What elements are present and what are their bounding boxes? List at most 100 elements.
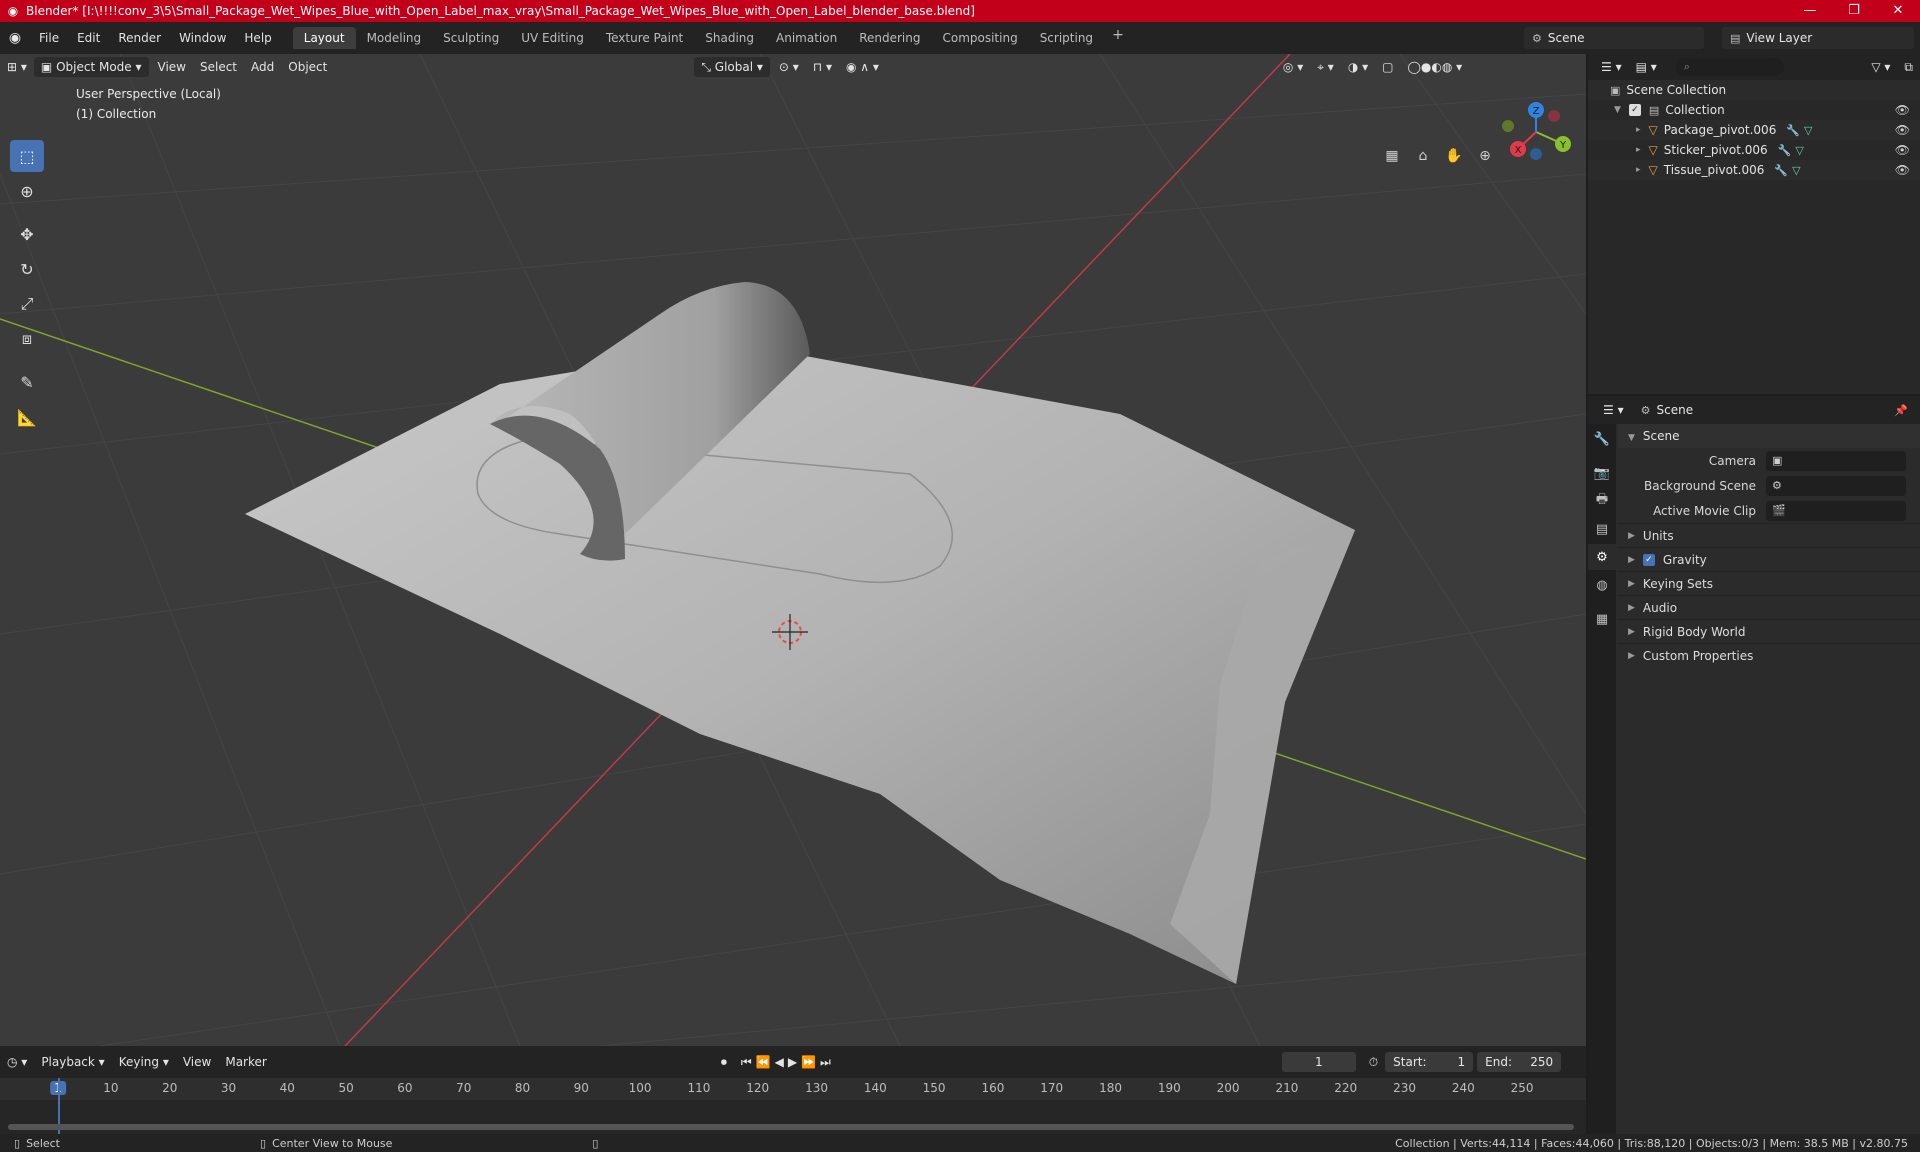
scene-selector[interactable]: ⚙ Scene: [1524, 27, 1704, 49]
scene-panel-header[interactable]: ▼ Scene: [1618, 424, 1920, 448]
maximize-button[interactable]: ❐: [1832, 0, 1876, 22]
mesh-data-icon[interactable]: ▽: [1795, 144, 1803, 157]
timeline-editor-icon[interactable]: ◷ ▾: [0, 1052, 34, 1072]
gravity-panel[interactable]: ▶ ✓ Gravity: [1618, 547, 1920, 571]
start-frame-field[interactable]: Start: 1: [1385, 1052, 1474, 1072]
custom-properties-panel[interactable]: ▶ Custom Properties: [1618, 643, 1920, 667]
outliner-search-input[interactable]: ⌕: [1675, 58, 1784, 76]
rigid-body-world-panel[interactable]: ▶ Rigid Body World: [1618, 619, 1920, 643]
camera-view-icon[interactable]: ⌂: [1409, 142, 1437, 170]
menu-timeline-view[interactable]: View: [176, 1052, 218, 1072]
pan-hand-icon[interactable]: ✋: [1440, 142, 1468, 170]
keying-sets-panel[interactable]: ▶ Keying Sets: [1618, 571, 1920, 595]
view-layer-tab-icon[interactable]: ▤: [1588, 516, 1616, 542]
expand-collection-icon[interactable]: ▼: [1614, 105, 1621, 115]
view-layer-selector[interactable]: ▤ View Layer: [1722, 27, 1914, 49]
render-tab-icon[interactable]: 📷: [1588, 460, 1616, 486]
scene-collection-row[interactable]: ▣ Scene Collection: [1588, 80, 1920, 100]
properties-editor-icon[interactable]: ☰ ▾: [1596, 400, 1631, 420]
tab-animation[interactable]: Animation: [765, 27, 848, 49]
overlay-toggle-icon[interactable]: ◑ ▾: [1341, 57, 1375, 77]
tab-modeling[interactable]: Modeling: [356, 27, 433, 49]
proportional-edit-icon[interactable]: ◉ ∧ ▾: [839, 57, 886, 77]
record-icon[interactable]: ⏺: [714, 1052, 734, 1072]
camera-field[interactable]: ▣: [1766, 450, 1906, 471]
current-frame-field[interactable]: 1: [1281, 1052, 1356, 1072]
annotate-tool-icon[interactable]: ✎: [10, 366, 44, 398]
menu-file[interactable]: File: [30, 27, 68, 49]
tab-layout[interactable]: Layout: [292, 27, 356, 49]
tool-tab-icon[interactable]: 🔧: [1588, 426, 1616, 452]
editor-type-icon[interactable]: ⊞ ▾: [0, 57, 34, 77]
3d-viewport[interactable]: Y X Z ⊞ ▾ ▣ Object Mode ▾ View Select Ad…: [0, 54, 1586, 1046]
outliner-editor-icon[interactable]: ☰ ▾: [1594, 57, 1629, 77]
outliner-object-row[interactable]: ▸ ▽ Tissue_pivot.006 🔧 ▽ 👁: [1588, 160, 1920, 180]
timeline-track[interactable]: [0, 1078, 1586, 1134]
collection-row[interactable]: ▼ ✓ ▤ Collection 👁: [1588, 100, 1920, 120]
tab-rendering[interactable]: Rendering: [848, 27, 931, 49]
filter-icon[interactable]: ▽ ▾: [1864, 57, 1897, 77]
snap-icon[interactable]: ⊓ ▾: [806, 57, 839, 77]
orientation-selector[interactable]: ⤡ Global ▾: [694, 57, 770, 77]
transform-tool-icon[interactable]: ⧈: [10, 323, 44, 355]
close-button[interactable]: ✕: [1876, 0, 1920, 22]
mesh-data-icon[interactable]: ▽: [1804, 124, 1812, 137]
gravity-checkbox[interactable]: ✓: [1642, 553, 1655, 566]
outliner-object-row[interactable]: ▸ ▽ Package_pivot.006 🔧 ▽ 👁: [1588, 120, 1920, 140]
scale-tool-icon[interactable]: ⤢: [10, 288, 44, 320]
eye-icon[interactable]: 👁: [1895, 163, 1910, 177]
menu-edit[interactable]: Edit: [68, 27, 109, 49]
tab-shading[interactable]: Shading: [694, 27, 765, 49]
timeline-scrollbar[interactable]: [8, 1124, 1574, 1130]
menu-help[interactable]: Help: [235, 27, 280, 49]
expand-icon[interactable]: ▸: [1636, 125, 1641, 135]
world-tab-icon[interactable]: ◍: [1588, 572, 1616, 598]
gizmo-toggle-icon[interactable]: ⌖ ▾: [1310, 57, 1341, 77]
tab-uv-editing[interactable]: UV Editing: [510, 27, 595, 49]
active-movie-clip-field[interactable]: 🎬: [1766, 500, 1906, 521]
menu-select[interactable]: Select: [193, 57, 244, 77]
audio-panel[interactable]: ▶ Audio: [1618, 595, 1920, 619]
units-panel[interactable]: ▶ Units: [1618, 523, 1920, 547]
outliner-object-row[interactable]: ▸ ▽ Sticker_pivot.006 🔧 ▽ 👁: [1588, 140, 1920, 160]
modifier-icon[interactable]: 🔧: [1778, 144, 1792, 157]
menu-marker[interactable]: Marker: [218, 1052, 273, 1072]
visibility-icon[interactable]: ◎ ▾: [1276, 57, 1310, 77]
scene-tab-icon[interactable]: ⚙: [1588, 544, 1616, 570]
background-scene-field[interactable]: ⚙: [1766, 475, 1906, 496]
select-box-tool-icon[interactable]: ⬚: [10, 140, 44, 172]
playback-controls-icon[interactable]: ⏮⏪◀▶⏩⏭: [734, 1052, 842, 1072]
measure-tool-icon[interactable]: 📐: [10, 401, 44, 433]
move-tool-icon[interactable]: ✥: [10, 218, 44, 250]
expand-icon[interactable]: ▸: [1636, 165, 1641, 175]
modifier-icon[interactable]: 🔧: [1786, 124, 1800, 137]
tab-texture-paint[interactable]: Texture Paint: [595, 27, 694, 49]
modifier-icon[interactable]: 🔧: [1774, 164, 1788, 177]
expand-icon[interactable]: ▸: [1636, 145, 1641, 155]
add-workspace-icon[interactable]: +: [1104, 27, 1132, 49]
cursor-tool-icon[interactable]: ⊕: [10, 175, 44, 207]
menu-add[interactable]: Add: [244, 57, 281, 77]
eye-icon[interactable]: 👁: [1895, 143, 1910, 157]
rotate-tool-icon[interactable]: ↻: [10, 253, 44, 285]
display-mode-icon[interactable]: ▤ ▾: [1629, 57, 1664, 77]
end-frame-field[interactable]: End: 250: [1477, 1052, 1562, 1072]
eye-icon[interactable]: 👁: [1895, 123, 1910, 137]
texture-tab-icon[interactable]: ▦: [1588, 606, 1616, 632]
eye-icon[interactable]: 👁: [1895, 103, 1910, 117]
menu-keying[interactable]: Keying ▾: [112, 1052, 176, 1072]
menu-object[interactable]: Object: [281, 57, 334, 77]
xray-toggle-icon[interactable]: ▢: [1375, 57, 1400, 77]
grid-view-icon[interactable]: ▦: [1378, 142, 1406, 170]
timer-icon[interactable]: ⏱: [1362, 1052, 1385, 1072]
blender-logo-icon[interactable]: ◉: [0, 30, 30, 46]
zoom-icon[interactable]: ⊕: [1471, 142, 1499, 170]
pin-icon[interactable]: 📌: [1894, 404, 1908, 417]
tab-sculpting[interactable]: Sculpting: [432, 27, 510, 49]
mode-selector[interactable]: ▣ Object Mode ▾: [33, 57, 149, 77]
menu-render[interactable]: Render: [109, 27, 170, 49]
menu-playback[interactable]: Playback ▾: [34, 1052, 111, 1072]
new-collection-icon[interactable]: ⧉: [1897, 57, 1920, 77]
tab-compositing[interactable]: Compositing: [931, 27, 1028, 49]
tab-scripting[interactable]: Scripting: [1029, 27, 1104, 49]
